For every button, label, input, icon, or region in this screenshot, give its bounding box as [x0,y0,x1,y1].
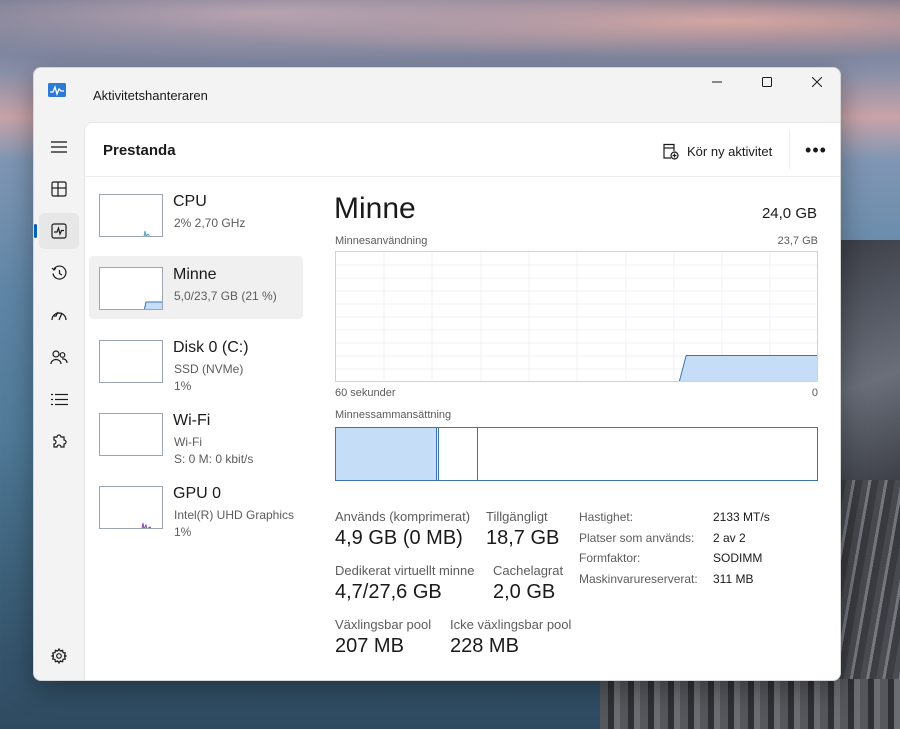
new-task-icon [663,143,679,160]
resource-name: CPU [173,193,207,210]
usage-graph-label: Minnesanvändning [335,235,428,247]
cached-label: Cachelagrat [493,563,564,578]
gear-icon [51,648,67,664]
users-icon [50,350,68,365]
graph-time-start: 60 sekunder [335,387,396,399]
window-title: Aktivitetshanteraren [93,88,208,103]
resource-name: Minne [173,266,217,283]
task-manager-window: Aktivitetshanteraren Prestanda Kör ny ak… [33,67,841,681]
paged-pool-value: 207 MB [335,635,404,657]
slots-used-label: Platser som används: [579,531,695,545]
startup-icon [51,311,67,321]
speed-value: 2133 MT/s [713,510,770,524]
more-options-icon: ••• [805,139,827,160]
paged-pool-label: Växlingsbar pool [335,617,432,632]
run-new-task-button[interactable]: Kör ny aktivitet [662,139,772,163]
memory-thumbnail-graph [99,267,163,310]
performance-icon [51,223,67,239]
resource-detail: 2% 2,70 GHz [174,216,246,230]
history-icon [51,264,67,280]
performance-page: Prestanda Kör ny aktivitet ••• CPU 2% 2,… [84,122,840,680]
resource-detail: SSD (NVMe) [174,362,244,376]
form-factor-label: Formfaktor: [579,551,641,565]
title-bar[interactable]: Aktivitetshanteraren [34,68,840,118]
nav-users[interactable] [39,339,79,375]
resource-item-wifi[interactable]: Wi-Fi Wi-Fi S: 0 M: 0 kbit/s [89,402,303,466]
header-divider [789,131,790,169]
task-manager-app-icon [48,83,66,97]
committed-label: Dedikerat virtuellt minne [335,563,475,578]
form-factor-value: SODIMM [713,551,763,565]
maximize-icon [762,77,772,87]
cached-value: 2,0 GB [493,581,556,603]
resource-name: Wi-Fi [173,412,211,429]
resource-item-memory[interactable]: Minne 5,0/23,7 GB (21 %) [89,256,303,319]
gpu-thumbnail-graph [99,486,163,529]
processes-icon [51,181,67,197]
nav-details[interactable] [39,381,79,417]
resource-detail-2: S: 0 M: 0 kbit/s [174,452,254,466]
resource-detail: Wi-Fi [174,435,202,449]
details-list-icon [50,393,68,405]
nonpaged-pool-value: 228 MB [450,635,519,657]
nav-settings[interactable] [39,638,79,674]
resource-title: Minne [334,192,416,225]
minimize-button[interactable] [692,68,742,96]
resource-item-gpu[interactable]: GPU 0 Intel(R) UHD Graphics 1% [89,475,303,539]
in-use-label: Används (komprimerat) [335,509,471,524]
wallpaper-sky [0,0,900,70]
composition-label: Minnessammansättning [335,409,452,421]
nav-services[interactable] [39,423,79,459]
graph-time-end: 0 [811,387,818,399]
resource-detail: Intel(R) UHD Graphics [174,508,295,522]
minimize-icon [712,81,722,83]
disk-thumbnail-graph [99,340,163,383]
nav-startup[interactable] [39,297,79,333]
nav-performance[interactable] [34,213,79,249]
in-use-value: 4,9 GB (0 MB) [335,527,463,549]
committed-value: 4,7/27,6 GB [335,581,442,603]
slots-used-value: 2 av 2 [713,531,746,545]
maximize-button[interactable] [742,68,792,96]
navigation-rail [34,118,84,680]
services-puzzle-icon [52,433,67,448]
resource-detail: 5,0/23,7 GB (21 %) [174,289,277,303]
resource-name: Disk 0 (C:) [173,339,249,356]
page-title: Prestanda [103,142,176,159]
nav-app-history[interactable] [39,255,79,291]
run-new-task-label: Kör ny aktivitet [687,143,773,159]
memory-total: 24,0 GB [761,205,817,222]
nonpaged-pool-label: Icke växlingsbar pool [450,617,572,632]
speed-label: Hastighet: [579,510,634,524]
composition-in-use [336,428,437,480]
memory-usage-graph [335,251,818,382]
resource-detail-2: 1% [174,379,192,393]
nav-processes[interactable] [39,171,79,207]
available-value: 18,7 GB [486,527,560,549]
memory-usage-area [678,354,817,381]
cpu-thumbnail-graph [99,194,163,237]
nav-menu-button[interactable] [39,129,79,165]
wifi-thumbnail-graph [99,413,163,456]
composition-standby [439,428,478,480]
memory-composition-bar [335,427,818,481]
wallpaper-dock [600,679,900,729]
hardware-reserved-label: Maskinvarureserverat: [579,572,698,586]
usage-graph-max: 23,7 GB [777,235,818,247]
more-options-button[interactable]: ••• [803,137,829,163]
hamburger-icon [51,141,67,153]
resource-name: GPU 0 [173,485,222,502]
close-icon [812,77,822,87]
header-separator [85,176,840,177]
active-indicator [34,224,37,238]
close-button[interactable] [792,68,840,96]
resource-detail-2: 1% [174,525,192,539]
resource-list: CPU 2% 2,70 GHz Minne 5,0/23,7 GB (21 %)… [89,183,303,548]
hardware-reserved-value: 311 MB [713,572,754,586]
resource-item-disk[interactable]: Disk 0 (C:) SSD (NVMe) 1% [89,329,303,393]
available-label: Tillgängligt [486,509,548,524]
resource-item-cpu[interactable]: CPU 2% 2,70 GHz [89,183,303,246]
